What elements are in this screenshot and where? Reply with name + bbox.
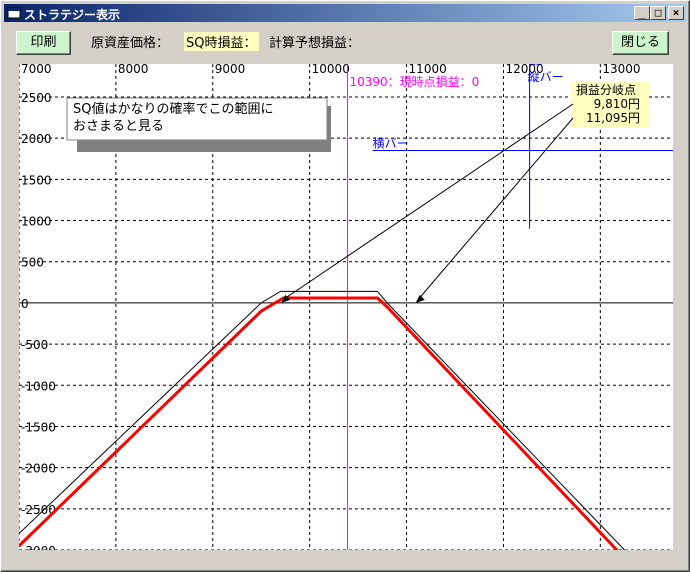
strategy-window: ストラテジー表示 _ □ × 印刷 原資産価格： SQ時損益： 計算予想損益： … bbox=[0, 0, 690, 572]
y-tick-label: 500 bbox=[21, 256, 44, 270]
window-title: ストラテジー表示 bbox=[24, 8, 121, 22]
close-window-button[interactable]: × bbox=[668, 6, 684, 20]
chart-svg: 7000 8000 9000 10000 11000 12000 1300025002000… bbox=[19, 64, 673, 550]
x-tick-label: 8000 bbox=[118, 64, 149, 76]
current-price-label: 10390：現時点損益：0 bbox=[349, 74, 479, 89]
x-tick-label: 13000 bbox=[602, 64, 640, 76]
sq-pnl-label: SQ時損益： bbox=[184, 32, 259, 51]
breakeven-title: 損益分岐点 bbox=[576, 82, 636, 97]
calc-pnl-label: 計算予想損益： bbox=[269, 36, 361, 51]
horizontal-bar-label: 横バー bbox=[373, 136, 409, 150]
close-button[interactable]: 閉じる bbox=[612, 31, 669, 55]
sq-pnl-line bbox=[19, 296, 619, 550]
y-tick-label: 1500 bbox=[21, 173, 52, 187]
y-tick-label: 2000 bbox=[21, 132, 52, 146]
x-tick-label: 7000 bbox=[21, 64, 52, 76]
breakeven-leader bbox=[418, 117, 574, 300]
y-tick-label: 0 bbox=[21, 297, 29, 311]
y-tick-label: -2000 bbox=[21, 462, 56, 476]
note-line: SQ値はかなりの確率でこの範囲に bbox=[73, 101, 274, 117]
breakeven-marker bbox=[415, 294, 425, 303]
y-tick-label: -1000 bbox=[21, 379, 56, 393]
asset-price-label: 原資産価格： bbox=[91, 36, 170, 51]
current-pnl-line bbox=[19, 290, 625, 550]
maximize-button[interactable]: □ bbox=[650, 6, 666, 20]
breakeven-value: 9,810円 bbox=[594, 97, 640, 111]
breakeven-value: 11,095円 bbox=[586, 111, 640, 125]
note-line: おさまると見る bbox=[73, 119, 164, 134]
y-tick-label: -500 bbox=[21, 338, 48, 352]
app-icon bbox=[7, 7, 21, 19]
y-tick-label: -1500 bbox=[21, 420, 56, 434]
title-bar[interactable]: ストラテジー表示 _ □ × bbox=[4, 4, 686, 22]
y-tick-label: -3000 bbox=[21, 544, 56, 550]
minimize-button[interactable]: _ bbox=[634, 6, 650, 20]
vertical-bar-label: 縦バー bbox=[528, 70, 564, 84]
y-tick-label: 1000 bbox=[21, 215, 52, 229]
print-button[interactable]: 印刷 bbox=[16, 31, 71, 55]
x-tick-label: 10000 bbox=[312, 64, 350, 76]
strategy-chart[interactable]: 7000 8000 9000 10000 11000 12000 13000 2500 2000… bbox=[19, 64, 673, 550]
y-tick-label: 2500 bbox=[21, 91, 52, 105]
x-tick-label: 9000 bbox=[215, 64, 246, 76]
